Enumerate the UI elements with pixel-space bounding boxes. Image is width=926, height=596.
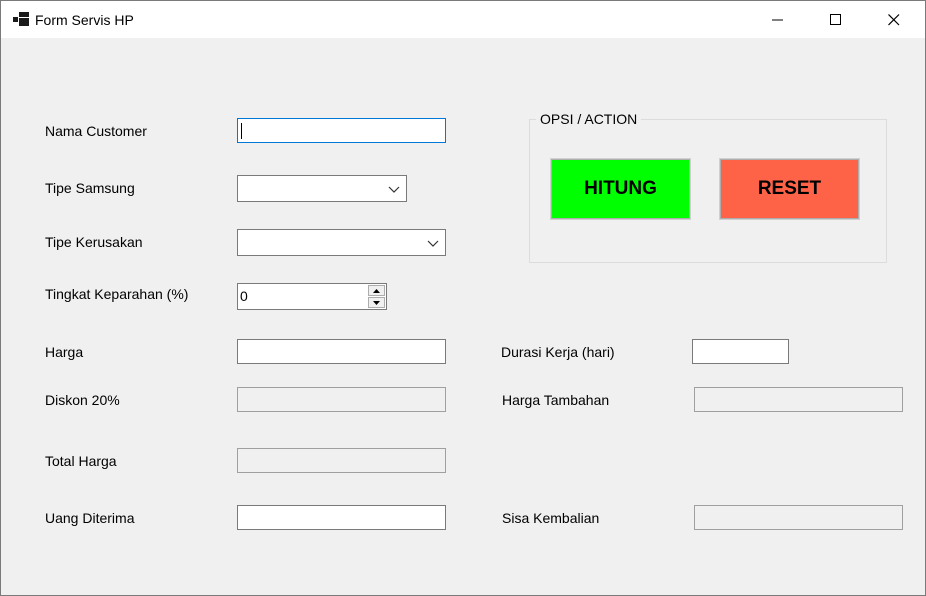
label-sisa-kembalian: Sisa Kembalian <box>502 510 600 526</box>
label-diskon: Diskon 20% <box>45 392 120 408</box>
tipe-samsung-select[interactable] <box>237 175 407 202</box>
sisa-kembalian-field <box>694 505 903 530</box>
uang-diterima-input[interactable] <box>237 505 446 530</box>
nama-customer-input[interactable] <box>237 118 446 143</box>
window-title: Form Servis HP <box>35 12 134 28</box>
hitung-button[interactable]: HITUNG <box>550 158 691 220</box>
diskon-field <box>237 387 446 412</box>
harga-input[interactable] <box>237 339 446 364</box>
tipe-kerusakan-select[interactable] <box>237 229 446 256</box>
text-caret <box>241 123 242 139</box>
label-nama-customer: Nama Customer <box>45 123 147 139</box>
durasi-kerja-input[interactable] <box>692 339 789 364</box>
close-button[interactable] <box>865 1 923 38</box>
label-uang-diterima: Uang Diterima <box>45 510 135 526</box>
app-window: Form Servis HP Nama Customer Tipe Samsun… <box>0 0 926 596</box>
triangle-up-icon <box>373 288 380 293</box>
app-icon <box>13 12 29 26</box>
title-bar[interactable]: Form Servis HP <box>1 1 925 38</box>
total-harga-field <box>237 448 446 473</box>
label-tipe-kerusakan: Tipe Kerusakan <box>45 234 143 250</box>
maximize-icon <box>830 13 841 25</box>
action-groupbox: OPSI / ACTION HITUNG RESET <box>529 111 887 263</box>
maximize-button[interactable] <box>807 1 865 38</box>
minimize-button[interactable] <box>749 1 807 38</box>
group-title: OPSI / ACTION <box>536 111 642 127</box>
label-total-harga: Total Harga <box>45 453 117 469</box>
close-icon <box>888 13 900 25</box>
chevron-down-icon <box>388 186 400 193</box>
minimize-icon <box>772 19 783 20</box>
stepper-up-button[interactable] <box>368 285 385 296</box>
tingkat-keparahan-stepper[interactable]: 0 <box>237 283 387 310</box>
tingkat-keparahan-value: 0 <box>240 288 248 304</box>
label-harga-tambahan: Harga Tambahan <box>502 392 610 408</box>
chevron-down-icon <box>427 240 439 247</box>
stepper-down-button[interactable] <box>368 297 385 308</box>
label-durasi-kerja: Durasi Kerja (hari) <box>501 344 615 360</box>
label-harga: Harga <box>45 344 84 360</box>
reset-button[interactable]: RESET <box>719 158 860 220</box>
label-tipe-samsung: Tipe Samsung <box>45 180 135 196</box>
harga-tambahan-field <box>694 387 903 412</box>
triangle-down-icon <box>373 300 380 305</box>
label-tingkat-keparahan: Tingkat Keparahan (%) <box>45 286 189 302</box>
